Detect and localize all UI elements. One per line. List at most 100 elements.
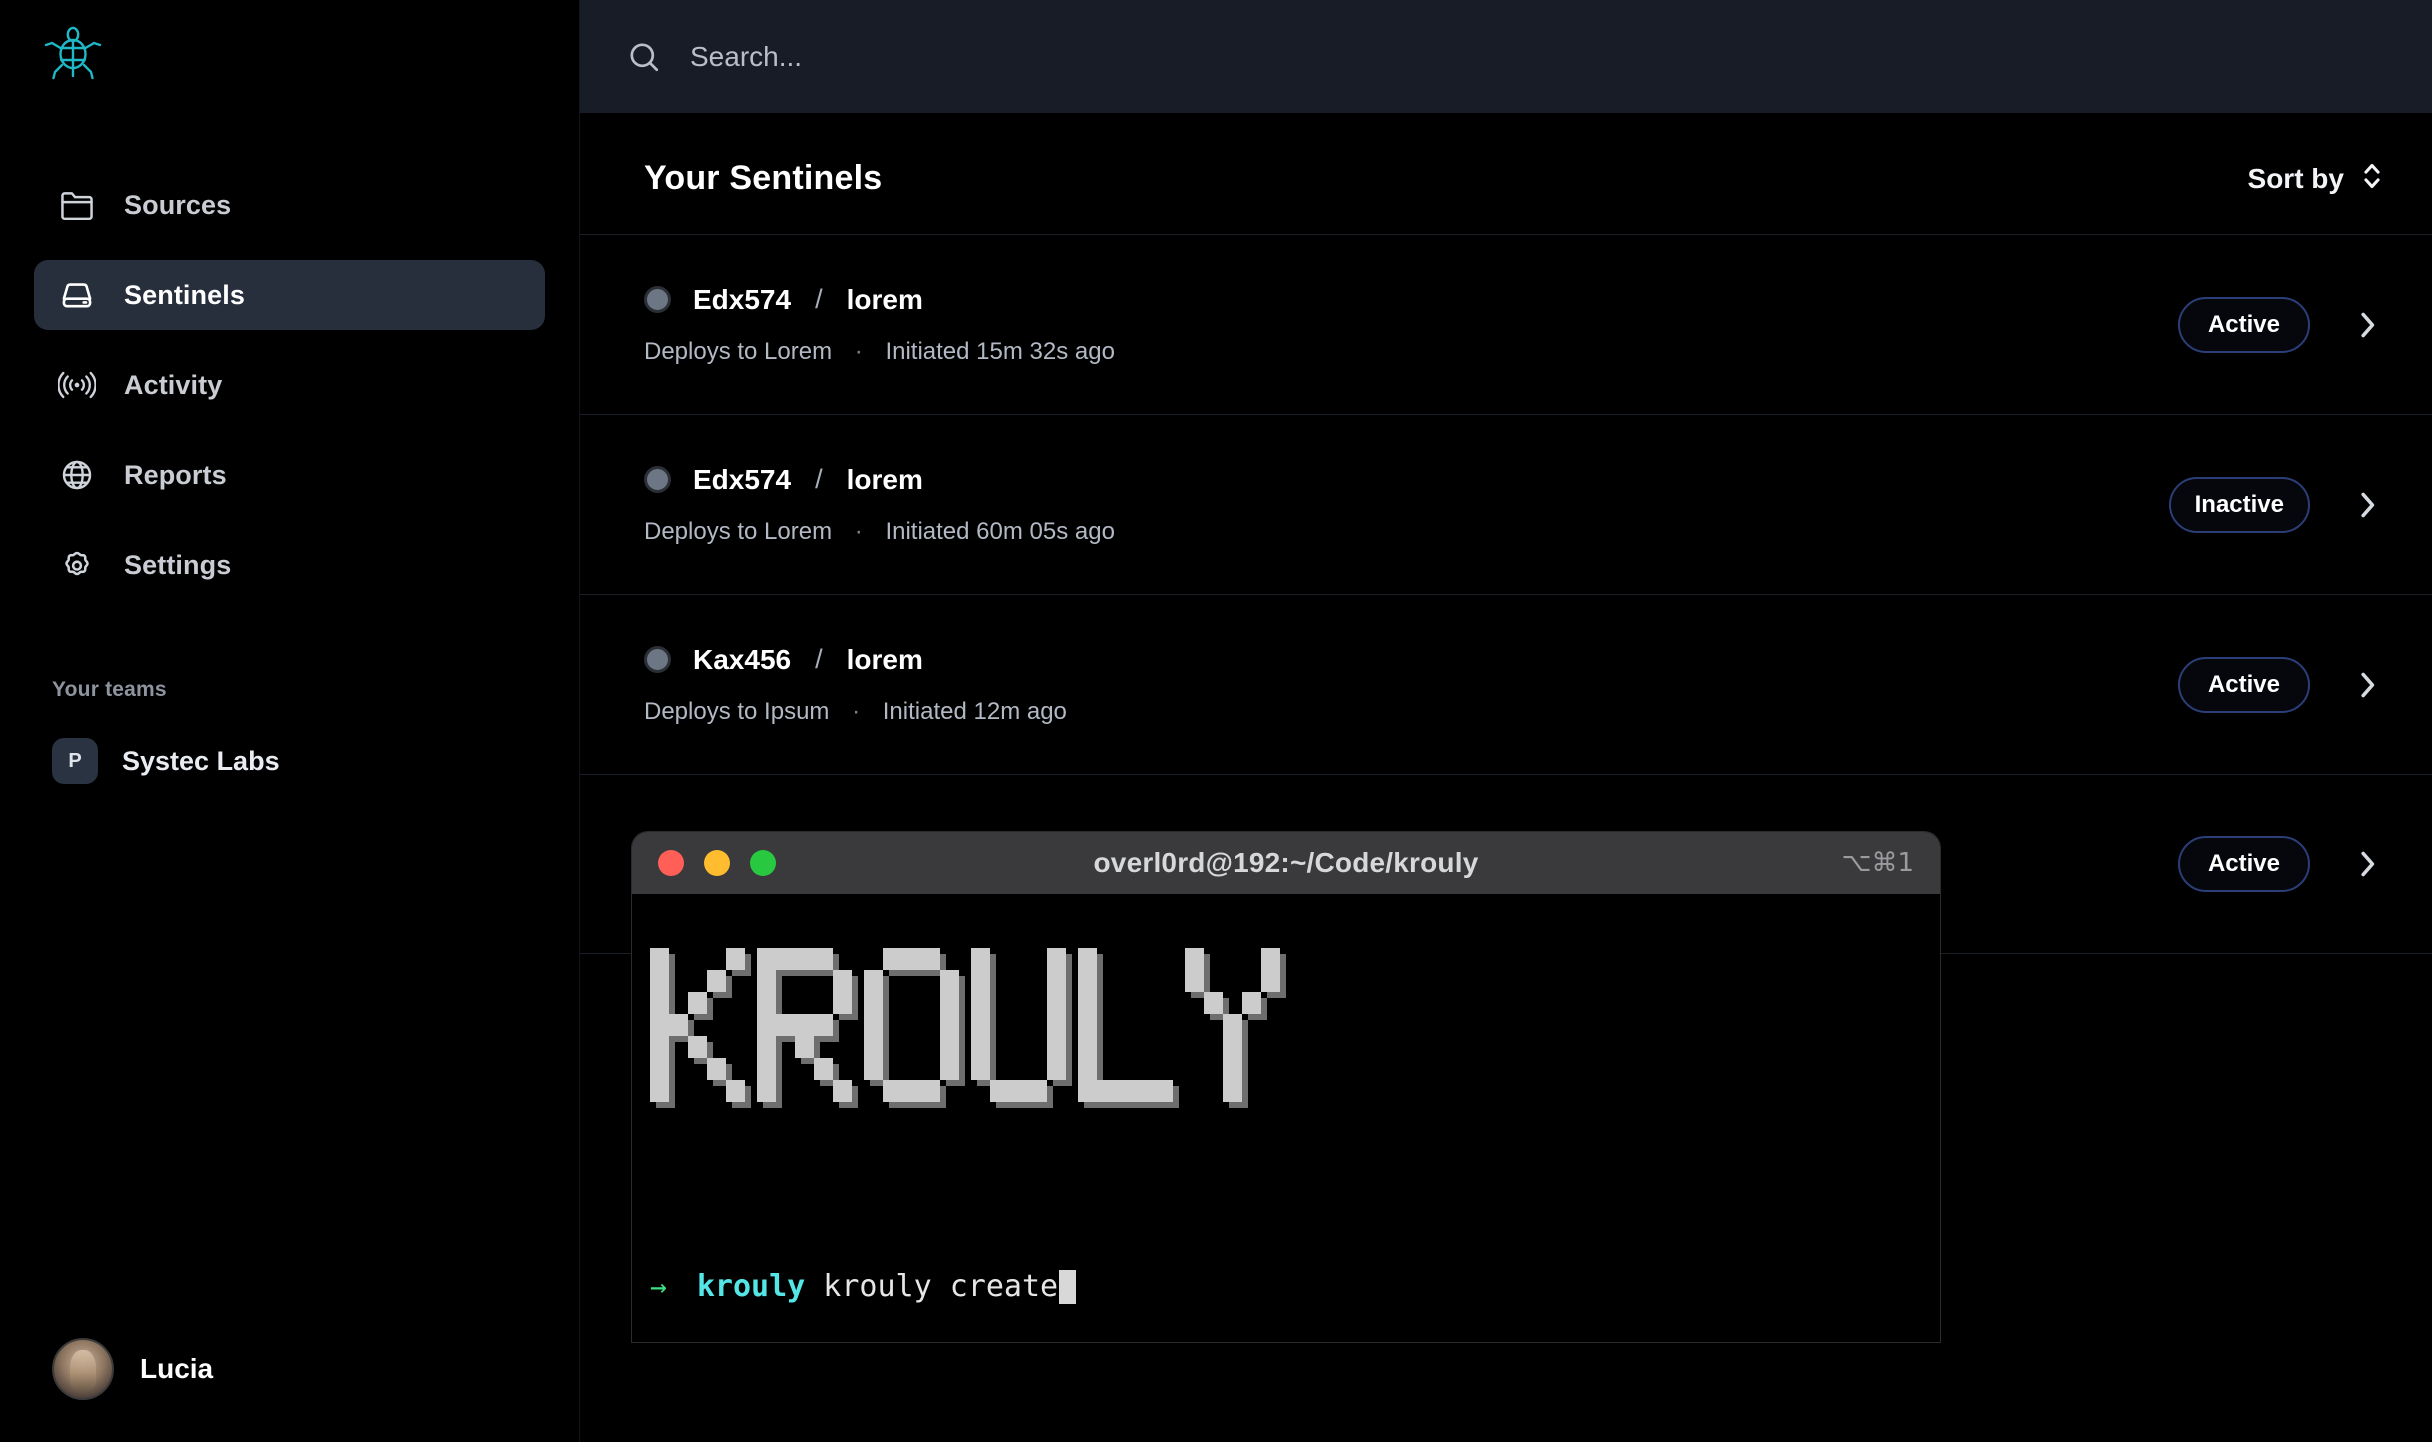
meta-separator: · [854, 517, 863, 545]
initiated-text: Initiated 12m ago [882, 697, 1067, 725]
ascii-letter [1185, 948, 1286, 1108]
user-name: Lucia [140, 1353, 214, 1384]
app-root: Sources Sentinels Activity Reports Setti… [0, 0, 2432, 1442]
terminal-body[interactable]: → krouly krouly create [632, 894, 1940, 1342]
folder-icon [56, 184, 98, 226]
user-profile-button[interactable]: Lucia [52, 1338, 213, 1400]
sentinel-name: Edx574 [693, 283, 792, 315]
sentinel-info: Edx574 / lorem Deploys to Lorem · Initia… [644, 464, 2169, 546]
row-actions: Active [2178, 296, 2384, 353]
sentinel-meta: Deploys to Lorem · Initiated 15m 32s ago [644, 338, 2178, 366]
deploys-to-text: Deploys to Lorem [644, 517, 833, 545]
chevron-right-icon[interactable] [2350, 847, 2384, 881]
sidebar-item-reports[interactable]: Reports [34, 440, 545, 510]
ascii-letter [971, 948, 1072, 1108]
row-actions: Active [2178, 836, 2384, 892]
meta-separator: · [852, 697, 861, 725]
sentinel-separator: / [815, 464, 823, 494]
prompt-cwd: krouly [696, 1269, 806, 1304]
team-name: Systec Labs [122, 745, 280, 776]
page-title: Your Sentinels [644, 159, 883, 197]
sentinel-title: Edx574 / lorem [644, 284, 2178, 316]
turtle-logo-icon [44, 26, 102, 80]
sentinel-separator: / [815, 644, 823, 674]
minimize-button[interactable] [704, 850, 730, 876]
sentinel-branch: lorem [846, 463, 923, 495]
terminal-title: overl0rd@192:~/Code/krouly [1093, 847, 1479, 878]
prompt-command: krouly create [823, 1269, 1059, 1304]
ascii-letter [650, 948, 751, 1108]
team-avatar: P [52, 738, 98, 784]
chevron-right-icon[interactable] [2350, 488, 2384, 522]
close-button[interactable] [658, 850, 684, 876]
sentinel-branch: lorem [846, 283, 923, 315]
sidebar-nav: Sources Sentinels Activity Reports Setti… [0, 170, 579, 600]
initiated-text: Initiated 60m 05s ago [885, 517, 1115, 545]
chevron-right-icon[interactable] [2350, 308, 2384, 342]
gear-icon [56, 544, 98, 586]
table-row[interactable]: Edx574 / lorem Deploys to Lorem · Initia… [580, 414, 2432, 594]
sentinel-meta: Deploys to Ipsum · Initiated 12m ago [644, 698, 2178, 726]
row-actions: Active [2178, 656, 2384, 713]
zoom-button[interactable] [750, 850, 776, 876]
search-input[interactable] [690, 26, 1956, 87]
signal-icon [56, 364, 98, 406]
row-actions: Inactive [2168, 476, 2384, 533]
block-cursor-icon [1059, 1269, 1077, 1304]
sidebar-item-label: Sources [124, 189, 232, 220]
sidebar-item-settings[interactable]: Settings [34, 530, 545, 600]
sidebar: Sources Sentinels Activity Reports Setti… [0, 0, 580, 1442]
deploys-to-text: Deploys to Ipsum [644, 697, 830, 725]
status-dot-icon [644, 646, 671, 673]
sentinel-title: Edx574 / lorem [644, 464, 2169, 496]
sort-by-button[interactable]: Sort by [2248, 160, 2384, 197]
sidebar-item-label: Settings [124, 549, 232, 580]
traffic-lights [658, 850, 776, 876]
status-badge[interactable]: Active [2178, 656, 2310, 713]
search-icon [624, 37, 664, 77]
table-row[interactable]: Kax456 / lorem Deploys to Ipsum · Initia… [580, 594, 2432, 774]
terminal-prompt-line: → krouly krouly create [650, 1269, 1077, 1304]
sentinel-name: Kax456 [693, 643, 792, 675]
status-dot-icon [644, 466, 671, 493]
status-badge[interactable]: Active [2178, 296, 2310, 353]
sentinel-info: Kax456 / lorem Deploys to Ipsum · Initia… [644, 644, 2178, 726]
ascii-letter [1078, 948, 1179, 1108]
avatar [52, 1338, 114, 1400]
status-dot-icon [644, 286, 671, 313]
sort-by-label: Sort by [2247, 162, 2344, 194]
meta-separator: · [854, 337, 863, 365]
chevron-right-icon[interactable] [2350, 668, 2384, 702]
sidebar-team-systec-labs[interactable]: P Systec Labs [52, 738, 579, 784]
globe-icon [56, 454, 98, 496]
terminal-window[interactable]: overl0rd@192:~/Code/krouly ⌥⌘1 → krouly … [632, 832, 1940, 1342]
sidebar-item-label: Activity [124, 369, 223, 400]
sidebar-item-label: Reports [124, 459, 227, 490]
ascii-letter [757, 948, 858, 1108]
sidebar-item-sources[interactable]: Sources [34, 170, 545, 240]
sidebar-item-activity[interactable]: Activity [34, 350, 545, 420]
sentinel-meta: Deploys to Lorem · Initiated 60m 05s ago [644, 518, 2169, 546]
sentinel-info: Edx574 / lorem Deploys to Lorem · Initia… [644, 284, 2178, 366]
server-icon [56, 274, 98, 316]
sidebar-item-sentinels[interactable]: Sentinels [34, 260, 545, 330]
search-bar[interactable] [580, 0, 2432, 113]
table-row[interactable]: Edx574 / lorem Deploys to Lorem · Initia… [580, 234, 2432, 414]
status-badge[interactable]: Inactive [2168, 476, 2310, 533]
deploys-to-text: Deploys to Lorem [644, 337, 833, 365]
initiated-text: Initiated 15m 32s ago [885, 337, 1115, 365]
keyboard-shortcut-label: ⌥⌘1 [1841, 848, 1914, 878]
page-header: Your Sentinels Sort by [580, 113, 2432, 198]
ascii-letter [864, 948, 965, 1108]
terminal-titlebar[interactable]: overl0rd@192:~/Code/krouly ⌥⌘1 [632, 832, 1940, 894]
chevron-up-down-icon [2360, 160, 2384, 197]
status-badge[interactable]: Active [2178, 836, 2310, 892]
sentinel-title: Kax456 / lorem [644, 644, 2178, 676]
sentinel-branch: lorem [846, 643, 923, 675]
sentinel-separator: / [815, 284, 823, 314]
sidebar-item-label: Sentinels [124, 279, 245, 310]
prompt-arrow-icon: → [650, 1270, 667, 1303]
ascii-banner [650, 948, 1292, 1108]
teams-heading: Your teams [52, 678, 167, 701]
app-logo[interactable] [0, 0, 579, 110]
